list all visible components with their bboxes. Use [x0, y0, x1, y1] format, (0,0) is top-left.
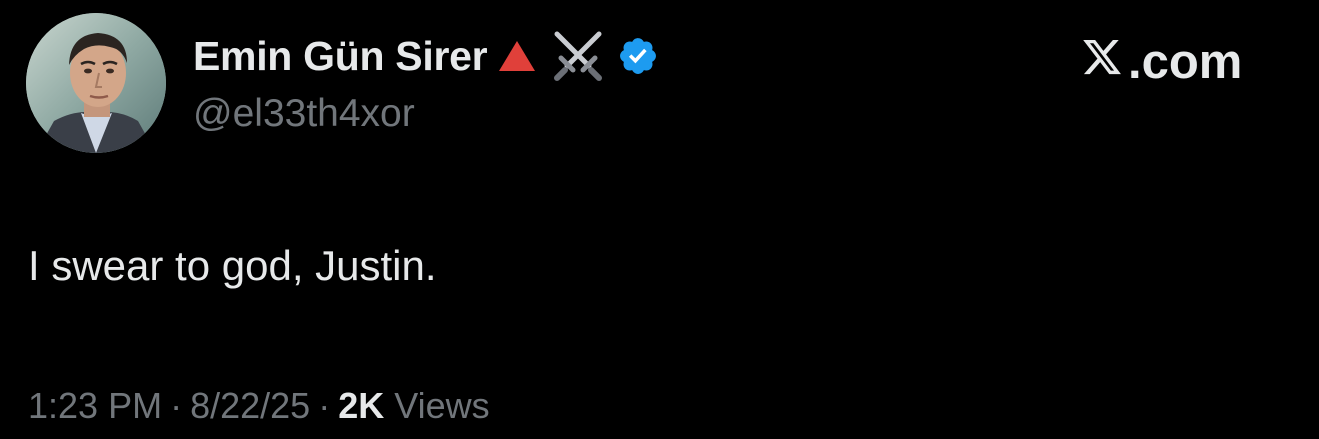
- x-logo-icon: [1080, 34, 1124, 90]
- tweet-time[interactable]: 1:23 PM: [28, 385, 162, 427]
- separator: ·: [318, 385, 331, 426]
- tweet-metadata: 1:23 PM · 8/22/25 · 2K Views: [28, 385, 490, 427]
- red-triangle-icon: [497, 38, 537, 74]
- site-label: .com: [1128, 35, 1243, 89]
- author-name-row[interactable]: Emin Gün Sirer: [193, 28, 659, 84]
- x-com-logo: .com: [1080, 34, 1242, 90]
- views-label: Views: [394, 385, 490, 426]
- tweet-card: Emin Gün Sirer @el33th4xor .com I swear …: [0, 0, 1319, 439]
- separator: ·: [170, 385, 183, 426]
- author-handle[interactable]: @el33th4xor: [193, 92, 415, 136]
- tweet-text: I swear to god, Justin.: [28, 242, 437, 289]
- avatar[interactable]: [26, 13, 166, 153]
- crossed-swords-icon: [549, 28, 607, 84]
- verified-badge-icon[interactable]: [617, 35, 659, 77]
- tweet-date[interactable]: 8/22/25: [190, 385, 310, 427]
- author-display-name[interactable]: Emin Gün Sirer: [193, 33, 488, 80]
- views-count[interactable]: 2K: [338, 385, 384, 427]
- avatar-portrait: [26, 13, 166, 153]
